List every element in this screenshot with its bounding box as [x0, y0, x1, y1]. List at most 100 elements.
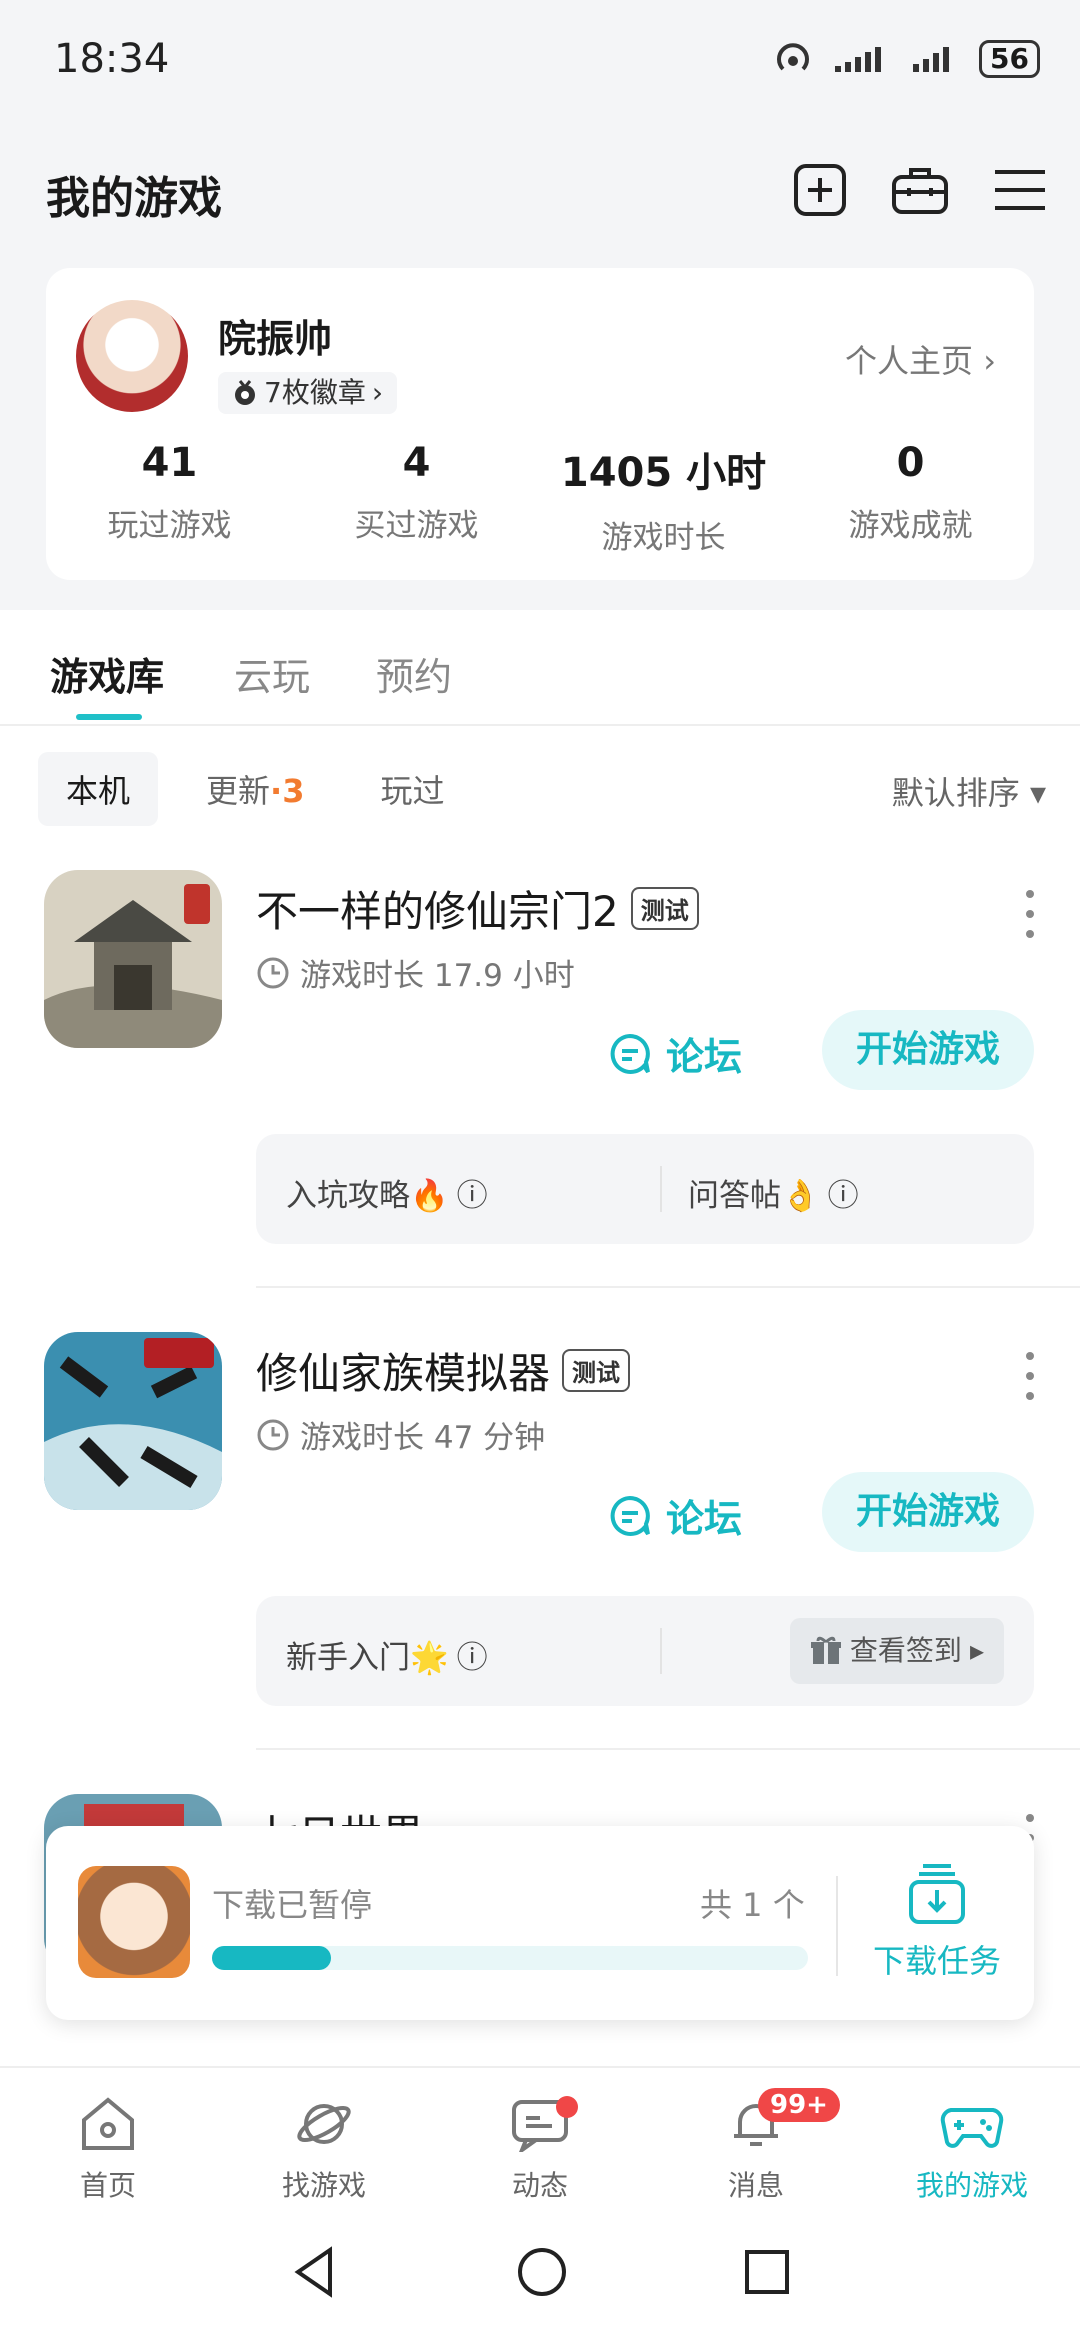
nav-home-label: 首页 [79, 2169, 136, 2202]
circle-arrow-icon: ⓘ [456, 1640, 488, 1676]
download-card[interactable]: 下载已暂停 共 1 个 下载任务 [46, 1826, 1034, 2020]
system-navigation-bar [0, 2216, 1080, 2331]
game-icon[interactable] [44, 870, 222, 1048]
download-status: 下载已暂停 [212, 1886, 373, 1924]
user-name: 院振帅 [218, 317, 333, 361]
view-signin-button[interactable]: 查看签到 ▸ [789, 1618, 1004, 1684]
message-badge: 99+ [758, 2088, 840, 2122]
start-game-button[interactable]: 开始游戏 [822, 1010, 1034, 1090]
bottom-nav: 首页 找游戏 动态 99+ 消息 我的游戏 [0, 2066, 1080, 2216]
tab-library[interactable]: 游戏库 [50, 646, 164, 701]
gift-icon [810, 1636, 841, 1664]
status-icons: 56 [775, 40, 1040, 78]
signal-icon [913, 47, 950, 72]
game-title[interactable]: 修仙家族模拟器 测试 [256, 1340, 631, 1401]
subtab-played[interactable]: 玩过 [352, 752, 472, 826]
stat-playtime[interactable]: 1405 小时 游戏时长 [540, 440, 787, 557]
stats-row: 41 玩过游戏 4 买过游戏 1405 小时 游戏时长 0 游戏成就 [46, 440, 1034, 557]
stat-label: 游戏时长 [601, 520, 726, 556]
divider [256, 1748, 1080, 1750]
tab-cloud[interactable]: 云玩 [234, 646, 310, 701]
guide-link[interactable]: 入坑攻略🔥 ⓘ [286, 1170, 488, 1215]
profile-homepage-link[interactable]: 个人主页 › [845, 336, 996, 382]
forum-label: 论坛 [666, 1497, 743, 1541]
subtab-update-label: 更新 [206, 772, 271, 810]
beginner-link[interactable]: 新手入门🌟 ⓘ [286, 1632, 488, 1677]
start-game-button[interactable]: 开始游戏 [822, 1472, 1034, 1552]
download-tasks-label: 下载任务 [872, 1942, 1001, 1980]
download-progress-bar [212, 1946, 808, 1970]
add-game-button[interactable] [790, 160, 850, 220]
hotspot-icon [777, 43, 809, 71]
nav-messages[interactable]: 99+ 消息 [648, 2068, 864, 2216]
home-circle-icon[interactable] [514, 2244, 570, 2300]
stat-played[interactable]: 41 玩过游戏 [46, 440, 293, 557]
nav-messages-label: 消息 [727, 2169, 784, 2202]
subtab-update[interactable]: 更新·3 [178, 752, 332, 826]
stat-label: 游戏成就 [848, 508, 973, 544]
signal-icon [835, 47, 882, 72]
playtime-text: 游戏时长 17.9 小时 [300, 958, 575, 994]
game-links-bar: 新手入门🌟 ⓘ 查看签到 ▸ [256, 1596, 1034, 1706]
clock-icon [257, 1419, 289, 1450]
divider [660, 1628, 662, 1674]
menu-button[interactable] [990, 160, 1050, 220]
more-options-button[interactable] [1020, 1346, 1040, 1406]
nav-feed[interactable]: 动态 [432, 2068, 648, 2216]
game-title[interactable]: 不一样的修仙宗门2 测试 [256, 878, 699, 939]
game-icon[interactable] [44, 1332, 222, 1510]
sort-dropdown[interactable]: 默认排序 ▾ [892, 768, 1046, 814]
profile-homepage-label: 个人主页 [845, 342, 974, 380]
download-game-thumbnail [78, 1866, 190, 1978]
nav-discover[interactable]: 找游戏 [216, 2068, 432, 2216]
page-title: 我的游戏 [46, 173, 222, 224]
badge-chip[interactable]: 7枚徽章 › [218, 372, 398, 414]
nav-home[interactable]: 首页 [0, 2068, 216, 2216]
more-options-button[interactable] [1020, 884, 1040, 944]
circle-arrow-icon: ⓘ [456, 1178, 488, 1214]
back-icon[interactable] [290, 2244, 340, 2300]
tab-reserve[interactable]: 预约 [376, 646, 452, 701]
battery-indicator: 56 [979, 40, 1040, 78]
caret-down-icon: ▾ [1029, 774, 1046, 812]
avatar[interactable] [76, 300, 188, 412]
game-links-bar: 入坑攻略🔥 ⓘ 问答帖👌 ⓘ [256, 1134, 1034, 1244]
view-signin-label: 查看签到 [849, 1634, 962, 1667]
stat-value: 1405 小时 [560, 450, 767, 496]
toolbox-icon [892, 168, 948, 214]
divider [836, 1876, 838, 1976]
recents-icon[interactable] [742, 2244, 792, 2300]
home-icon [82, 2097, 134, 2150]
stat-bought[interactable]: 4 买过游戏 [293, 440, 540, 557]
planet-icon [297, 2104, 351, 2144]
forum-button[interactable]: 论坛 [608, 1026, 742, 1081]
nav-feed-label: 动态 [511, 2169, 568, 2202]
main-tabs: 游戏库 云玩 预约 [0, 610, 1080, 726]
profile-card: 院振帅 7枚徽章 › 个人主页 › 41 玩过游戏 4 买过游戏 1405 小时… [46, 268, 1034, 580]
nav-discover-label: 找游戏 [281, 2169, 366, 2202]
download-box-icon [909, 1864, 965, 1924]
subtabs: 本机 更新·3 玩过 [38, 752, 472, 826]
status-time: 18:34 [54, 36, 170, 82]
stat-value: 4 [402, 440, 431, 486]
toolbox-button[interactable] [890, 160, 950, 220]
medal-icon [235, 380, 255, 405]
qa-link[interactable]: 问答帖👌 ⓘ [688, 1170, 859, 1215]
header: 我的游戏 [0, 140, 1080, 240]
plus-square-icon [794, 164, 846, 216]
download-progress-fill [212, 1946, 332, 1970]
update-separator: · [270, 772, 283, 810]
stat-achievements[interactable]: 0 游戏成就 [787, 440, 1034, 557]
playtime-text: 游戏时长 47 分钟 [300, 1420, 546, 1456]
forum-icon [610, 1033, 650, 1074]
divider [256, 1286, 1080, 1288]
badge-count: 7枚徽章 [264, 376, 366, 409]
game-title-text: 修仙家族模拟器 [256, 1349, 551, 1398]
stat-label: 买过游戏 [354, 508, 479, 544]
subtab-local[interactable]: 本机 [38, 752, 159, 826]
test-tag: 测试 [630, 887, 699, 930]
download-tasks-button[interactable]: 下载任务 [862, 1862, 1012, 1982]
forum-button[interactable]: 论坛 [608, 1488, 742, 1543]
nav-mygames[interactable]: 我的游戏 [864, 2068, 1080, 2216]
qa-link-label: 问答帖👌 [688, 1178, 820, 1214]
